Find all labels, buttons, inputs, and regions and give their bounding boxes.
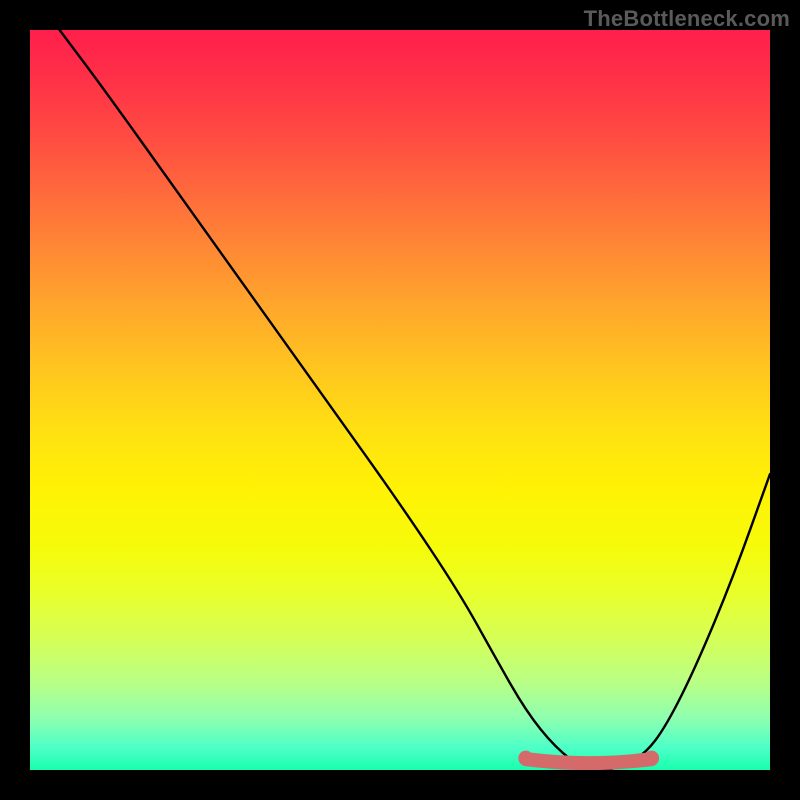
optimal-range-band: [526, 759, 652, 763]
optimal-range-start-dot: [518, 751, 533, 766]
chart-container: TheBottleneck.com: [0, 0, 800, 800]
plot-area: [30, 30, 770, 770]
chart-svg: [30, 30, 770, 770]
bottleneck-curve-path: [60, 30, 770, 770]
optimal-range-end-dot: [644, 751, 659, 766]
watermark-label: TheBottleneck.com: [584, 6, 790, 32]
